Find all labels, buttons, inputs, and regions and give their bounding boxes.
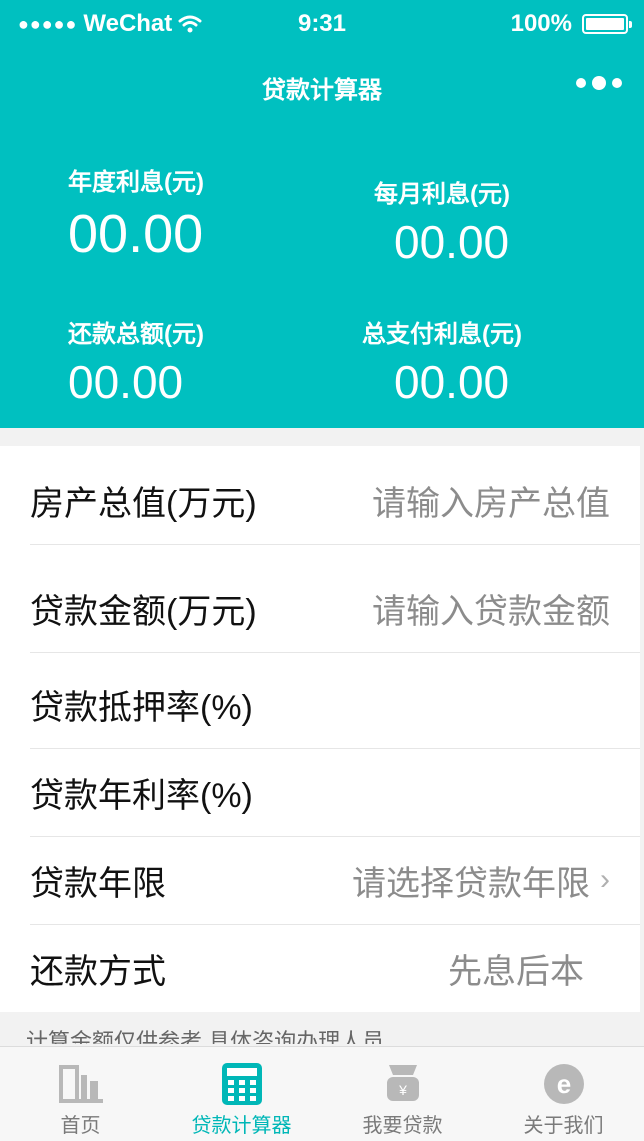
- loan-amount-input[interactable]: 请输入贷款金额: [372, 584, 610, 633]
- money-bag-icon: ¥: [386, 1065, 419, 1101]
- tab-bar: 首页 贷款计算器 ¥ 我要贷款 e 关于我们: [0, 1046, 644, 1141]
- mortgage-rate-label: 贷款抵押率(%): [30, 688, 253, 727]
- loan-term-placeholder: 请选择贷款年限: [352, 864, 590, 903]
- annual-interest-value: 00.00: [68, 204, 204, 264]
- tab-apply-loan-label: 我要贷款: [362, 1115, 443, 1137]
- annual-interest-stat: 年度利息(元) 00.00: [68, 162, 204, 265]
- mortgage-rate-row[interactable]: 贷款抵押率(%): [30, 660, 640, 749]
- disclaimer-note: 计算金额仅供参考,具体咨询办理人员: [26, 1029, 385, 1044]
- more-dot-icon: [576, 78, 586, 88]
- loan-form: 房产总值(万元) 请输入房产总值 贷款金额(万元) 请输入贷款金额 贷款抵押率(…: [0, 446, 640, 1012]
- tab-apply-loan[interactable]: ¥ 我要贷款: [322, 1047, 483, 1141]
- loan-term-picker[interactable]: 请选择贷款年限 ›: [352, 856, 610, 905]
- page-title: 贷款计算器: [262, 77, 382, 104]
- annual-interest-label: 年度利息(元): [68, 169, 204, 196]
- total-repayment-label: 还款总额(元): [68, 321, 204, 348]
- monthly-interest-value: 00.00: [394, 216, 510, 268]
- total-repayment-value: 00.00: [68, 356, 184, 408]
- monthly-interest-stat: 每月利息(元) 00.00: [374, 174, 510, 269]
- header-panel: ●●●●● WeChat 9:31 100% 贷款计算器 年度利息(元) 00.…: [0, 0, 644, 428]
- more-dot-icon: [612, 78, 622, 88]
- tab-home[interactable]: 首页: [0, 1047, 161, 1141]
- monthly-interest-label: 每月利息(元): [374, 181, 510, 208]
- tab-about[interactable]: e 关于我们: [483, 1047, 644, 1141]
- total-interest-stat: 总支付利息(元) 00.00: [362, 314, 522, 409]
- annual-rate-row[interactable]: 贷款年利率(%): [30, 748, 640, 837]
- svg-text:e: e: [556, 1069, 570, 1099]
- tab-home-label: 首页: [60, 1115, 101, 1137]
- calculator-icon: [221, 1063, 262, 1105]
- total-interest-label: 总支付利息(元): [362, 321, 522, 348]
- more-menu-button[interactable]: [576, 76, 622, 90]
- home-building-icon: [58, 1065, 103, 1103]
- tab-calculator-label: 贷款计算器: [191, 1115, 292, 1137]
- loan-term-label: 贷款年限: [30, 864, 166, 903]
- svg-text:¥: ¥: [398, 1082, 407, 1098]
- more-dot-icon: [592, 76, 606, 90]
- repayment-method-value[interactable]: 先息后本: [448, 944, 584, 993]
- property-value-label: 房产总值(万元): [30, 484, 257, 523]
- total-repayment-stat: 还款总额(元) 00.00: [68, 314, 204, 409]
- loan-amount-row[interactable]: 贷款金额(万元) 请输入贷款金额: [30, 564, 640, 653]
- property-value-input[interactable]: 请输入房产总值: [372, 476, 610, 525]
- repayment-method-label: 还款方式: [30, 952, 166, 991]
- annual-rate-label: 贷款年利率(%): [30, 776, 253, 815]
- tab-about-label: 关于我们: [523, 1115, 604, 1137]
- tab-calculator[interactable]: 贷款计算器: [161, 1047, 322, 1141]
- battery-percent: 100%: [510, 10, 572, 37]
- status-battery: 100%: [510, 10, 632, 38]
- total-interest-value: 00.00: [394, 356, 510, 408]
- repayment-method-row[interactable]: 还款方式 先息后本: [30, 924, 640, 1012]
- battery-icon: [582, 14, 632, 34]
- status-bar: ●●●●● WeChat 9:31 100%: [0, 0, 644, 48]
- property-value-row[interactable]: 房产总值(万元) 请输入房产总值: [30, 456, 640, 545]
- loan-term-row[interactable]: 贷款年限 请选择贷款年限 ›: [30, 836, 640, 925]
- chevron-right-icon: ›: [600, 863, 610, 896]
- about-e-icon: e: [543, 1064, 584, 1104]
- loan-amount-label: 贷款金额(万元): [30, 592, 257, 631]
